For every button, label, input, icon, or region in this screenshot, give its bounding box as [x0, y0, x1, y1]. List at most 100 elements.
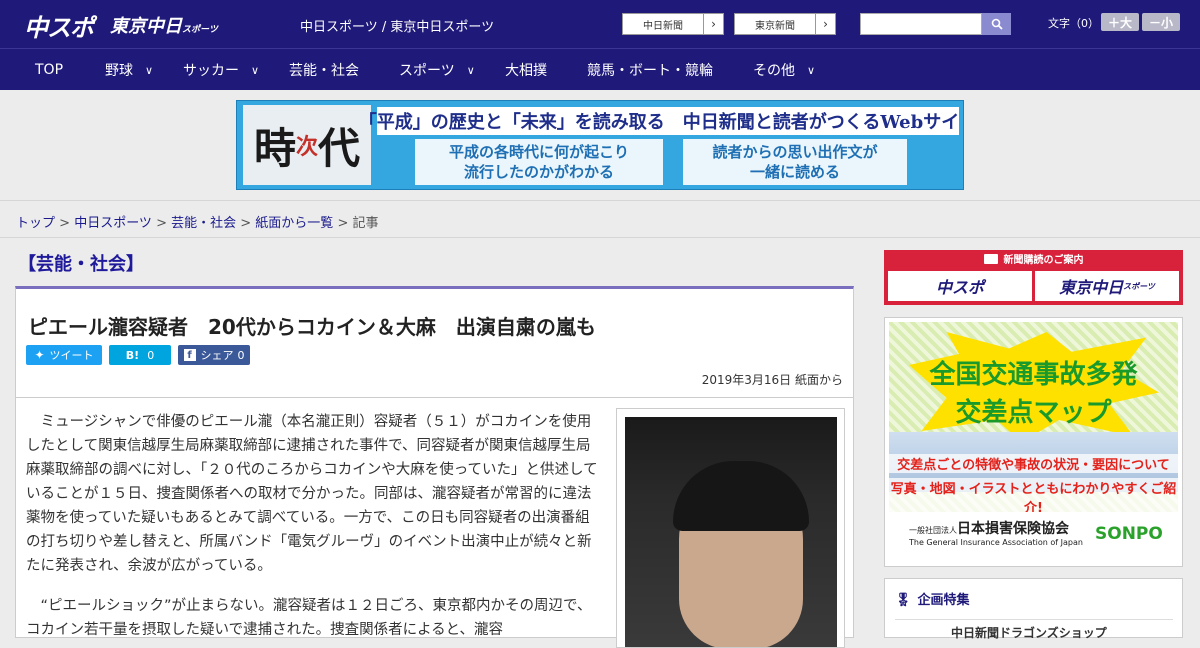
main-nav: TOP 野球 ∨ サッカー ∨ 芸能・社会 スポーツ ∨ 大相撲 競馬・ボート・競輪 …	[0, 48, 1200, 90]
nav-label: その他	[753, 63, 795, 79]
ad-assoc-prefix: 一般社団法人	[909, 526, 957, 535]
article-paragraph: “ピエールショック”が止まらない。瀧容疑者は１２日ごろ、東京都内かその周辺で、コ…	[26, 598, 592, 638]
banner-kanji: 時次代	[243, 105, 371, 185]
breadcrumb-sep: >	[333, 216, 353, 231]
breadcrumb-chunichi-sports[interactable]: 中日スポーツ	[74, 216, 152, 231]
banner-kanji-small: 次	[295, 134, 318, 160]
top-header: 中スポ 東京中日スポーツ 中日スポーツ / 東京中日スポーツ 中日新聞 › 東京…	[0, 0, 1200, 48]
banner-area: 時次代 「平成」の歴史と「未来」を読み取る 中日新聞と読者がつくるWebサイト …	[0, 90, 1200, 200]
breadcrumb-sep: >	[151, 216, 172, 231]
ad-title-1: 全国交通事故多発	[929, 360, 1138, 390]
jidai-banner[interactable]: 時次代 「平成」の歴史と「未来」を読み取る 中日新聞と読者がつくるWebサイト …	[236, 100, 964, 190]
font-smaller-button[interactable]: －小	[1142, 13, 1180, 31]
search-button[interactable]	[982, 13, 1011, 35]
tokyo-logo-text: 東京中日	[110, 16, 182, 37]
subscribe-tokyo-chunichi[interactable]: 東京中日 スポーツ	[1035, 271, 1179, 301]
font-bigger-button[interactable]: ＋大	[1101, 13, 1139, 31]
article-date: 2019年3月16日 紙面から	[701, 373, 843, 387]
tokyo-chunichi-logo[interactable]: 東京中日スポーツ	[110, 12, 218, 38]
ad-association: 一般社団法人日本損害保険協会	[909, 518, 1069, 538]
nav-label: 芸能・社会	[289, 63, 359, 79]
facebook-icon: f	[183, 349, 196, 361]
nav-label: TOP	[35, 62, 64, 78]
sub-logo2-small: スポーツ	[1123, 281, 1155, 291]
breadcrumb-sep: >	[236, 216, 256, 231]
hatena-bookmark-button[interactable]: B! 0	[109, 345, 171, 365]
ad-text-2: 写真・地図・イラストとともにわかりやすくご紹介!	[889, 478, 1178, 516]
photo-hair	[673, 461, 809, 531]
chevron-right-icon: ›	[815, 14, 835, 34]
search-input[interactable]	[860, 13, 982, 35]
tokyo-shimbun-button[interactable]: 東京新聞 ›	[734, 13, 836, 35]
tweet-label: ツイート	[49, 349, 94, 362]
chevron-down-icon: ∨	[807, 63, 816, 77]
fb-count: 0	[237, 348, 245, 362]
nav-label: 競馬・ボート・競輪	[587, 63, 713, 79]
feature-item[interactable]: 中日新聞ドラゴンズショップ	[895, 619, 1173, 641]
nav-item-top[interactable]: TOP	[35, 49, 63, 91]
banner-box-2: 読者からの思い出作文が 一緒に読める	[683, 139, 907, 185]
nav-item-entertainment[interactable]: 芸能・社会	[289, 49, 359, 91]
subscribe-chunichi-sports[interactable]: 中スポ	[888, 271, 1032, 301]
tokyo-logo-small: スポーツ	[182, 25, 218, 35]
nav-item-sumo[interactable]: 大相撲	[505, 49, 547, 91]
nav-item-other[interactable]: その他 ∨	[753, 49, 815, 91]
feature-title: 🎖 企画特集	[895, 589, 970, 608]
banner-kanji-2: 代	[318, 123, 361, 173]
nav-label: 野球	[105, 63, 133, 79]
article-photo-frame	[616, 408, 845, 648]
chevron-down-icon: ∨	[145, 63, 154, 77]
nav-item-soccer[interactable]: サッカー ∨	[183, 49, 259, 91]
article-header: ピエール瀧容疑者 20代からコカイン＆大麻 出演自粛の嵐も ✦ ツイート B! 0 …	[15, 286, 854, 398]
article-title: ピエール瀧容疑者 20代からコカイン＆大麻 出演自粛の嵐も	[28, 315, 596, 339]
ad-title-2: 交差点マップ	[955, 398, 1112, 428]
font-size-label: 文字（0）	[1048, 17, 1099, 30]
article-photo[interactable]	[625, 417, 837, 647]
chunichi-shimbun-button[interactable]: 中日新聞 ›	[622, 13, 724, 35]
sub-logo2-text: 東京中日	[1059, 278, 1124, 297]
feature-title-label: 企画特集	[917, 593, 970, 608]
chevron-down-icon: ∨	[466, 63, 475, 77]
fb-share-label: シェア	[200, 349, 234, 362]
tweet-button[interactable]: ✦ ツイート	[26, 345, 102, 365]
subscription-logos: 中スポ 東京中日 スポーツ	[884, 267, 1183, 305]
subscription-header[interactable]: 新聞購読のご案内	[884, 250, 1183, 267]
nav-label: スポーツ	[399, 63, 455, 79]
breadcrumb: トップ > 中日スポーツ > 芸能・社会 > 紙面から一覧 > 記事	[0, 200, 1200, 238]
hatena-count: 0	[147, 348, 155, 362]
article-paragraph: ミュージシャンで俳優のピエール瀧（本名瀧正則）容疑者（５１）がコカインを使用した…	[26, 414, 598, 574]
hatena-label: B!	[125, 348, 140, 362]
ad-assoc-name: 日本損害保険協会	[957, 521, 1069, 537]
traffic-map-ad[interactable]: 全国交通事故多発 交差点マップ 交差点ごとの特徴や事故の状況・要因について 写真…	[884, 317, 1183, 567]
breadcrumb-paper-list[interactable]: 紙面から一覧	[255, 216, 333, 231]
category-heading: 【芸能・社会】	[18, 254, 144, 275]
chunichi-sports-logo[interactable]: 中スポ	[24, 8, 94, 43]
chunichi-shimbun-label: 中日新聞	[643, 20, 683, 32]
tokyo-shimbun-label: 東京新聞	[755, 20, 795, 32]
facebook-share-button[interactable]: f シェア 0	[178, 345, 250, 365]
ad-association-en: The General Insurance Association of Jap…	[909, 538, 1083, 547]
banner-kanji-1: 時	[253, 123, 296, 173]
subscription-label: 新聞購読のご案内	[1003, 255, 1084, 266]
ribbon-icon: 🎖	[895, 593, 912, 608]
nav-label: サッカー	[183, 63, 239, 79]
breadcrumb-current: 記事	[352, 216, 379, 231]
banner-box-1: 平成の各時代に何が起こり 流行したのかがわかる	[415, 139, 663, 185]
breadcrumb-top[interactable]: トップ	[16, 216, 55, 231]
twitter-icon: ✦	[34, 348, 45, 362]
ad-background: 全国交通事故多発 交差点マップ 交差点ごとの特徴や事故の状況・要因について 写真…	[889, 322, 1178, 562]
breadcrumb-entertainment[interactable]: 芸能・社会	[171, 216, 236, 231]
chevron-down-icon: ∨	[251, 63, 260, 77]
nav-item-baseball[interactable]: 野球 ∨	[105, 49, 153, 91]
banner-headline: 「平成」の歴史と「未来」を読み取る 中日新聞と読者がつくるWebサイト	[359, 107, 963, 135]
sonpo-logo: SONPO	[1095, 524, 1163, 544]
article-body: ミュージシャンで俳優のピエール瀧（本名瀧正則）容疑者（５１）がコカインを使用した…	[15, 398, 854, 648]
ad-footer: 一般社団法人日本損害保険協会 The General Insurance Ass…	[889, 512, 1178, 562]
ad-text-1: 交差点ごとの特徴や事故の状況・要因について	[889, 454, 1178, 473]
nav-item-racing[interactable]: 競馬・ボート・競輪	[587, 49, 713, 91]
chevron-right-icon: ›	[703, 14, 723, 34]
nav-label: 大相撲	[505, 63, 547, 79]
search-icon	[991, 18, 1003, 30]
nav-item-sports[interactable]: スポーツ ∨	[399, 49, 475, 91]
breadcrumb-sep: >	[55, 216, 75, 231]
